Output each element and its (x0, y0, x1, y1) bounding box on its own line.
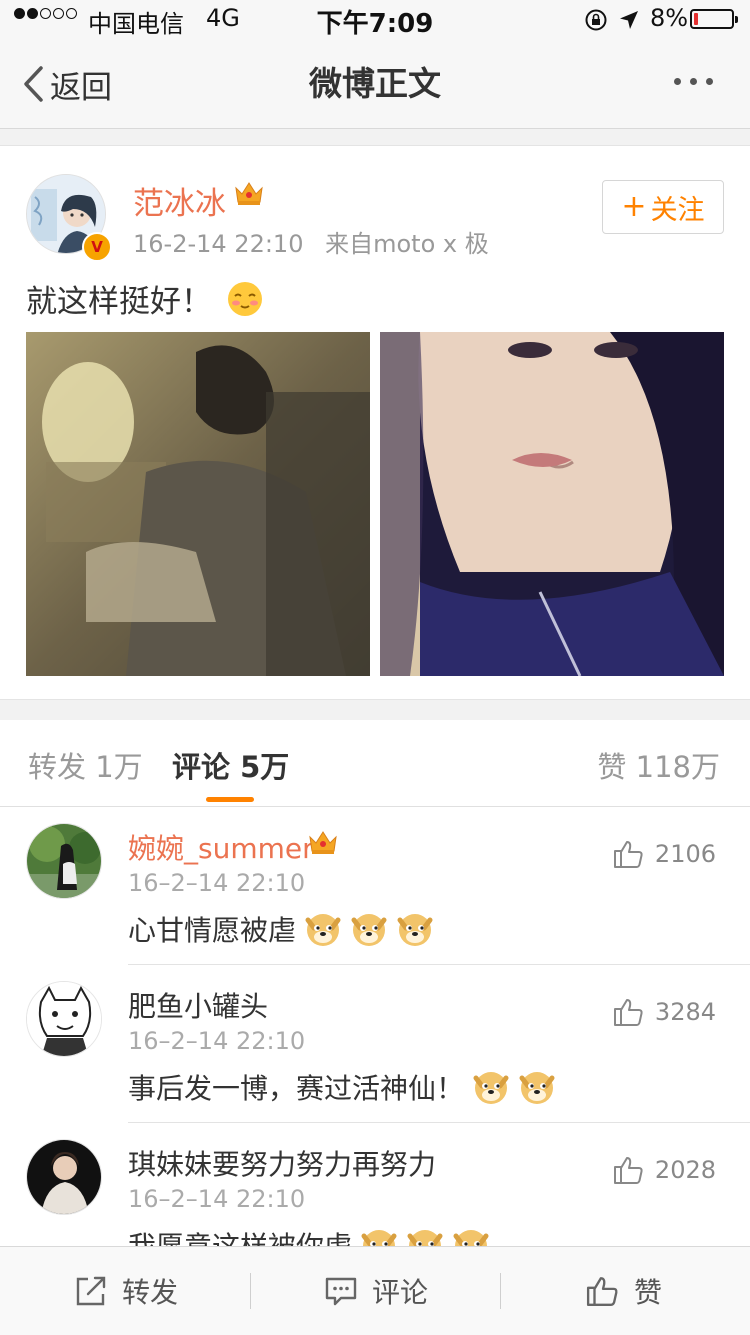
doge-emoji-icon (473, 1072, 509, 1104)
comment-like-count: 2106 (654, 840, 716, 868)
comment-text-content: 事后发一博，赛过活神仙！ (128, 1072, 465, 1105)
comment-label: 评论 (372, 1276, 429, 1309)
commenter-name[interactable]: 琪妹妹要努力努力再努力 (128, 1143, 436, 1183)
comments-list[interactable]: 婉婉_summer 16–2–14 22:10 心甘情愿被虐 2106 肥鱼小罐… (0, 807, 750, 1247)
follow-label: 关注 (650, 194, 705, 226)
comment-time: 16–2–14 22:10 (128, 1027, 306, 1055)
comment-item: 琪妹妹要努力努力再努力 16–2–14 22:10 我愿意这样被你虐 2028 (0, 1123, 750, 1247)
comment-text-content: 心甘情愿被虐 (128, 914, 297, 947)
post-meta: 16-2-14 22:10 来自moto x 极 (133, 224, 489, 259)
thumbs-up-icon (613, 999, 643, 1026)
comment-button[interactable]: 评论 (324, 1247, 428, 1335)
page-title: 微博正文 (309, 64, 441, 103)
navigation-bar: 返回 微博正文 (0, 40, 750, 129)
post-image-1[interactable] (26, 332, 370, 676)
post-time: 16-2-14 22:10 (133, 230, 304, 258)
thumbs-up-icon (586, 1277, 618, 1306)
like-button[interactable]: 赞 (586, 1247, 662, 1335)
doge-emoji-icon (351, 914, 387, 946)
divider (500, 1273, 501, 1309)
battery-icon (690, 9, 738, 29)
commenter-avatar[interactable] (26, 1139, 102, 1215)
post-text: 就这样挺好！ (26, 276, 264, 321)
author-name[interactable]: 范冰冰 (133, 178, 226, 223)
crown-icon (235, 182, 263, 205)
shy-face-emoji-icon (228, 281, 262, 316)
share-icon (76, 1276, 106, 1306)
thumbs-up-icon (613, 841, 643, 868)
tab-comments[interactable]: 评论 5万 (172, 744, 289, 786)
more-options-button[interactable] (674, 78, 713, 85)
comment-text: 心甘情愿被虐 (128, 909, 434, 949)
comment-text-content: 我愿意这样被你虐 (128, 1230, 353, 1247)
commenter-name[interactable]: 婉婉_summer (128, 827, 314, 867)
commenter-avatar[interactable] (26, 823, 102, 899)
comment-like-count: 2028 (654, 1156, 716, 1184)
comment-like-button[interactable]: 2028 (613, 1155, 716, 1185)
rotation-lock-icon (585, 9, 607, 31)
thumbs-up-icon (613, 1157, 643, 1184)
comment-time: 16–2–14 22:10 (128, 1185, 306, 1213)
bottom-toolbar: 转发 评论 赞 (0, 1246, 750, 1335)
stats-tab-bar: 转发 1万 评论 5万 赞 118万 (0, 720, 750, 807)
comment-bubble-icon (325, 1277, 357, 1306)
comment-text: 我愿意这样被你虐 (128, 1225, 490, 1247)
location-arrow-icon (620, 11, 638, 29)
dot-icon (690, 78, 697, 85)
dot-icon (674, 78, 681, 85)
like-label: 赞 (634, 1276, 663, 1309)
plus-icon: + (621, 189, 647, 224)
commenter-avatar[interactable] (26, 981, 102, 1057)
post-card: V 范冰冰 16-2-14 22:10 来自moto x 极 + 关注 就这样挺… (0, 145, 750, 700)
verified-badge: V (82, 232, 112, 262)
crown-icon (309, 831, 337, 854)
comment-time: 16–2–14 22:10 (128, 869, 306, 897)
comment-like-button[interactable]: 3284 (613, 997, 716, 1027)
active-tab-indicator (206, 797, 254, 802)
status-bar: 中国电信 4G 下午7:09 8% (0, 0, 750, 40)
doge-emoji-icon (453, 1230, 489, 1247)
divider (250, 1273, 251, 1309)
doge-emoji-icon (361, 1230, 397, 1247)
battery-percent: 8% (650, 4, 689, 32)
post-source: 来自moto x 极 (325, 230, 489, 258)
doge-emoji-icon (305, 914, 341, 946)
doge-emoji-icon (519, 1072, 555, 1104)
comment-like-button[interactable]: 2106 (613, 839, 716, 869)
doge-emoji-icon (397, 914, 433, 946)
comment-like-count: 3284 (654, 998, 716, 1026)
doge-emoji-icon (407, 1230, 443, 1247)
repost-button[interactable]: 转发 (74, 1247, 178, 1335)
dot-icon (706, 78, 713, 85)
follow-button[interactable]: + 关注 (602, 180, 724, 234)
post-image-2[interactable] (380, 332, 724, 676)
comment-item: 婉婉_summer 16–2–14 22:10 心甘情愿被虐 2106 (0, 807, 750, 965)
comment-text: 事后发一博，赛过活神仙！ (128, 1067, 556, 1107)
commenter-name[interactable]: 肥鱼小罐头 (128, 985, 268, 1025)
tab-repost[interactable]: 转发 1万 (28, 744, 143, 786)
tab-likes[interactable]: 赞 118万 (597, 744, 720, 786)
post-text-content: 就这样挺好！ (26, 284, 212, 320)
repost-label: 转发 (122, 1276, 179, 1309)
comment-item: 肥鱼小罐头 16–2–14 22:10 事后发一博，赛过活神仙！ 3284 (0, 965, 750, 1123)
